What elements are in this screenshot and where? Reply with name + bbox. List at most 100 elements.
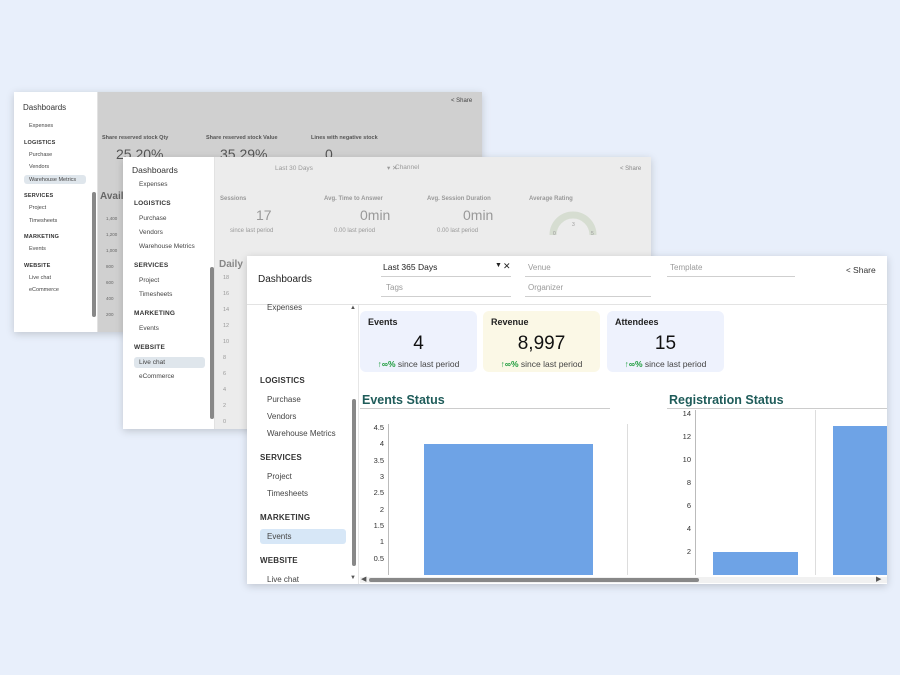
kpi-card-delta-text: since last period — [644, 359, 707, 369]
sidebar-item-events[interactable]: Events — [139, 325, 159, 332]
front-horizontal-scrollbar[interactable] — [369, 578, 699, 582]
middle-kpi-delta-text: 0.00 last period — [334, 228, 376, 234]
sidebar-item-expenses[interactable]: Expenses — [267, 303, 302, 312]
scroll-up-icon[interactable]: ▲ — [350, 305, 356, 311]
middle-sidebar: Dashboards Expenses LOGISTICS Purchase Vend… — [123, 157, 215, 429]
chevron-down-icon[interactable]: ▼ — [495, 262, 502, 269]
sidebar-item-timesheets[interactable]: Timesheets — [267, 489, 308, 498]
middle-y-tick: 2 — [223, 403, 227, 409]
back-kpi-label: Share reserved stock Qty — [102, 135, 169, 141]
kpi-card-value: 15 — [654, 333, 677, 354]
front-share-label: Share — [853, 265, 876, 275]
middle-y-tick: 14 — [223, 307, 230, 313]
front-tags-underline — [381, 296, 511, 297]
middle-sidebar-scrollbar[interactable] — [210, 267, 214, 419]
front-organizer-input[interactable]: Organizer — [528, 283, 563, 292]
middle-y-tick: 6 — [223, 371, 227, 377]
sidebar-item-purchase[interactable]: Purchase — [29, 152, 52, 158]
scroll-right-icon[interactable]: ▶ — [876, 575, 881, 583]
sidebar-item-vendors[interactable]: Vendors — [267, 412, 296, 421]
events-status-title-underline — [360, 408, 610, 409]
sidebar-item-expenses[interactable]: Expenses — [29, 123, 53, 129]
scroll-down-icon[interactable]: ▼ — [350, 575, 356, 581]
middle-gauge-tick: 3 — [572, 222, 575, 228]
chart-bar[interactable] — [713, 552, 798, 575]
sidebar-section-website: WEBSITE — [24, 262, 51, 269]
kpi-card-revenue: Revenue 8,997 ↑∞% since last period — [483, 311, 600, 372]
middle-kpi-value: 0min — [360, 207, 391, 223]
sidebar-item-warehouse-metrics[interactable]: Warehouse Metrics — [24, 175, 86, 184]
sidebar-item-vendors[interactable]: Vendors — [29, 164, 49, 170]
sidebar-item-purchase[interactable]: Purchase — [267, 395, 301, 404]
back-share-button[interactable]: < Share — [451, 98, 472, 104]
chart-y-tick: 2.5 — [373, 488, 384, 498]
sidebar-section-logistics: LOGISTICS — [24, 139, 56, 146]
sidebar-item-warehouse-metrics[interactable]: Warehouse Metrics — [267, 429, 336, 438]
sidebar-item-purchase[interactable]: Purchase — [139, 215, 166, 222]
sidebar-section-services: SERVICES — [24, 193, 54, 199]
front-dashboards-title: Dashboards — [258, 274, 312, 285]
sidebar-item-warehouse-metrics[interactable]: Warehouse Metrics — [139, 243, 195, 250]
kpi-card-title: Events — [368, 317, 398, 327]
chart-bar[interactable] — [833, 425, 887, 575]
front-venue-underline — [525, 276, 651, 277]
sidebar-item-live-chat[interactable]: Live chat — [134, 357, 205, 368]
sidebar-item-ecommerce[interactable]: eCommerce — [139, 373, 174, 380]
chart-y-tick: 1 — [379, 537, 384, 547]
middle-kpi-label: Avg. Time to Answer — [324, 196, 383, 202]
middle-kpi-label: Avg. Session Duration — [427, 196, 491, 202]
back-section-label: Avail — [100, 191, 124, 202]
sidebar-item-timesheets[interactable]: Timesheets — [139, 291, 172, 298]
back-y-tick: 400 — [106, 296, 114, 301]
middle-y-tick: 10 — [223, 339, 230, 345]
middle-kpi-label: Sessions — [220, 196, 247, 202]
front-template-input[interactable]: Template — [670, 263, 702, 272]
front-tags-input[interactable]: Tags — [386, 283, 403, 292]
kpi-card-title: Attendees — [615, 317, 659, 327]
middle-share-label: Share — [625, 166, 642, 172]
front-share-button[interactable]: < Share — [846, 265, 876, 275]
kpi-card-delta: ↑∞% since last period — [360, 359, 477, 369]
kpi-card-delta: ↑∞% since last period — [483, 359, 600, 369]
sidebar-item-project[interactable]: Project — [267, 472, 292, 481]
back-dashboards-title: Dashboards — [23, 103, 67, 112]
chart-y-tick: 3 — [379, 472, 384, 481]
sidebar-item-vendors[interactable]: Vendors — [139, 229, 163, 236]
sidebar-item-project[interactable]: Project — [29, 205, 46, 211]
middle-section-label: Daily — [219, 259, 243, 270]
trend-up-icon: ↑∞% — [624, 359, 643, 369]
middle-kpi-delta: 0.00 last period — [437, 228, 478, 234]
sidebar-item-events[interactable]: Events — [260, 529, 346, 544]
back-y-tick: 600 — [106, 280, 114, 285]
chart-y-tick: 8 — [686, 478, 691, 487]
middle-share-button[interactable]: < Share — [620, 166, 641, 172]
middle-kpi-delta-text: 0.00 last period — [437, 228, 479, 234]
chart-gridline — [815, 410, 816, 575]
back-share-label: Share — [456, 98, 473, 104]
sidebar-item-expenses[interactable]: Expenses — [139, 181, 168, 188]
front-sidebar-scrollbar[interactable] — [352, 399, 356, 566]
clear-icon[interactable]: ✕ — [503, 261, 511, 272]
sidebar-item-live-chat[interactable]: Live chat — [29, 275, 51, 281]
back-sidebar-scrollbar[interactable] — [92, 192, 96, 317]
sidebar-item-events[interactable]: Events — [29, 246, 46, 252]
sidebar-item-project[interactable]: Project — [139, 277, 159, 284]
sidebar-item-ecommerce[interactable]: eCommerce — [29, 287, 59, 293]
kpi-card-delta: ↑∞% since last period — [607, 359, 724, 369]
kpi-card-events: Events 4 ↑∞% since last period — [360, 311, 477, 372]
middle-y-tick: 16 — [223, 291, 230, 297]
middle-kpi-label: Average Rating — [529, 196, 573, 202]
chart-y-tick: 2 — [686, 547, 691, 556]
middle-channel-input[interactable]: Channel — [395, 164, 419, 171]
back-kpi-label: Lines with negative stock — [311, 135, 378, 141]
middle-period-select[interactable]: Last 30 Days ▾ ✕ — [275, 164, 397, 172]
sidebar-item-live-chat[interactable]: Live chat — [267, 575, 299, 584]
scroll-left-icon[interactable]: ◀ — [361, 575, 366, 583]
middle-period-value: Last 30 Days — [275, 165, 313, 172]
front-period-select[interactable]: Last 365 Days ▼ ✕ — [383, 261, 511, 276]
middle-gauge-tick: 5 — [591, 231, 594, 237]
chart-bar[interactable] — [424, 444, 593, 575]
front-period-value: Last 365 Days — [383, 262, 438, 272]
sidebar-item-timesheets[interactable]: Timesheets — [29, 218, 57, 224]
front-venue-input[interactable]: Venue — [528, 263, 551, 272]
